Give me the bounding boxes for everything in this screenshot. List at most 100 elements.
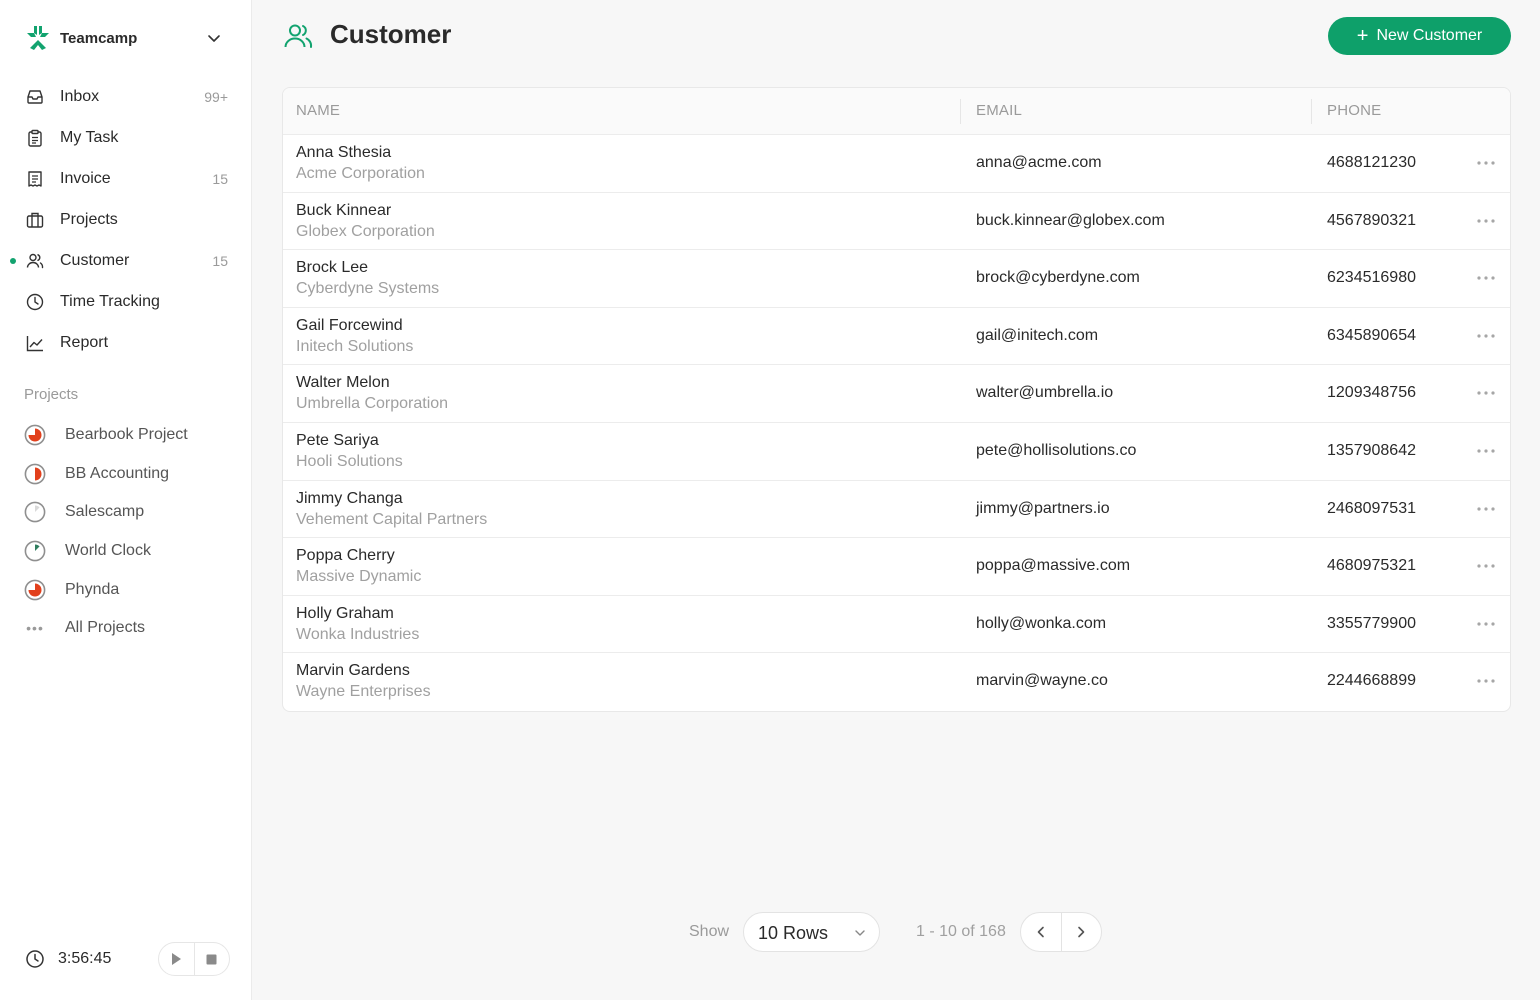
stop-icon (206, 954, 217, 965)
sidebar-item-label: Invoice (60, 170, 111, 188)
table-row[interactable]: Pete Sariya Hooli Solutions pete@hollisolu… (283, 423, 1510, 481)
sidebar-item-label: Report (60, 334, 108, 352)
sidebar-item-label: Customer (60, 252, 129, 270)
customer-name: Anna Sthesia (296, 144, 391, 162)
customer-company: Hooli Solutions (296, 453, 403, 471)
invoice-icon (24, 168, 46, 190)
table-row[interactable]: Marvin GardensWayne Enterprisesmarvin@wa… (283, 653, 1510, 711)
sidebar-item-invoice[interactable]: Invoice 15 (0, 158, 252, 199)
sidebar-item-my-task[interactable]: My Task (0, 117, 252, 158)
customer-phone: 6234516980 (1327, 269, 1416, 287)
row-actions-button[interactable] (1473, 383, 1499, 403)
customer-table: NAME EMAIL PHONE Anna SthesiaAcme Corpor… (282, 87, 1511, 712)
project-item-salescamp[interactable]: Salescamp (0, 493, 252, 532)
project-label: Phynda (65, 581, 119, 599)
more-horizontal-icon (1477, 219, 1495, 223)
customer-company: Cyberdyne Systems (296, 280, 439, 298)
previous-page-button[interactable] (1021, 913, 1061, 951)
customer-phone: 1209348756 (1327, 384, 1416, 402)
chart-line-icon (24, 332, 46, 354)
customer-email: pete@hollisolutions.co (976, 442, 1136, 460)
customer-name: Gail Forcewind (296, 317, 403, 335)
customer-name: Poppa Cherry (296, 547, 395, 565)
more-horizontal-icon (1477, 679, 1495, 683)
page-range: 1 - 10 of 168 (916, 923, 1006, 941)
project-item-phynda[interactable]: Phynda (0, 570, 252, 609)
chevron-right-icon (1075, 925, 1087, 939)
rows-per-page-select[interactable]: 10 Rows (743, 912, 880, 952)
next-page-button[interactable] (1061, 913, 1102, 951)
customer-phone: 4567890321 (1327, 212, 1416, 230)
sidebar: Teamcamp Inbox 99+ My Task Invoice 15 (0, 0, 252, 1000)
project-item-bb-accounting[interactable]: BB Accounting (0, 455, 252, 494)
table-row[interactable]: Gail ForcewindInitech Solutionsgail@init… (283, 308, 1510, 366)
customer-company: Wonka Industries (296, 626, 419, 644)
more-horizontal-icon (1477, 507, 1495, 511)
page-title: Customer (330, 19, 451, 50)
table-row[interactable]: Poppa CherryMassive Dynamicpoppa@massive… (283, 538, 1510, 596)
row-actions-button[interactable] (1473, 499, 1499, 519)
customer-name: Pete Sariya (296, 432, 379, 450)
all-projects-link[interactable]: ••• All Projects (0, 609, 252, 648)
new-customer-button[interactable]: + New Customer (1328, 17, 1511, 55)
active-indicator (10, 258, 16, 264)
project-item-world-clock[interactable]: World Clock (0, 532, 252, 571)
customer-name: Marvin Gardens (296, 662, 410, 680)
sidebar-item-customer[interactable]: Customer 15 (0, 240, 252, 281)
progress-pie-icon (24, 540, 46, 562)
progress-pie-icon (24, 579, 46, 601)
play-icon (170, 952, 182, 966)
rows-per-page-value: 10 Rows (758, 923, 828, 944)
table-header: NAME EMAIL PHONE (283, 88, 1510, 135)
row-actions-button[interactable] (1473, 153, 1499, 173)
sidebar-item-label: Projects (60, 211, 118, 229)
workspace-switcher[interactable]: Teamcamp (24, 24, 228, 52)
row-actions-button[interactable] (1473, 671, 1499, 691)
more-horizontal-icon (1477, 622, 1495, 626)
customer-name: Holly Graham (296, 605, 394, 623)
customer-email: anna@acme.com (976, 154, 1102, 172)
users-icon (24, 250, 46, 272)
column-header-email[interactable]: EMAIL (976, 102, 1022, 119)
column-header-name[interactable]: NAME (296, 102, 340, 119)
inbox-icon (24, 86, 46, 108)
new-customer-label: New Customer (1376, 27, 1482, 45)
customer-email: walter@umbrella.io (976, 384, 1113, 402)
project-label: BB Accounting (65, 465, 169, 483)
customer-count-badge: 15 (212, 253, 228, 269)
column-header-phone[interactable]: PHONE (1327, 102, 1381, 119)
sidebar-item-report[interactable]: Report (0, 322, 252, 363)
chevron-down-icon (853, 926, 867, 940)
sidebar-item-label: Inbox (60, 88, 99, 106)
table-row[interactable]: Walter MelonUmbrella Corporationwalter@u… (283, 365, 1510, 423)
sidebar-item-inbox[interactable]: Inbox 99+ (0, 76, 252, 117)
column-divider[interactable] (1311, 99, 1312, 124)
row-actions-button[interactable] (1473, 268, 1499, 288)
customer-name: Walter Melon (296, 374, 390, 392)
table-row[interactable]: Brock LeeCyberdyne Systemsbrock@cyberdyn… (283, 250, 1510, 308)
row-actions-button[interactable] (1473, 326, 1499, 346)
table-row[interactable]: Holly GrahamWonka Industriesholly@wonka.… (283, 596, 1510, 654)
chevron-left-icon (1035, 925, 1047, 939)
row-actions-button[interactable] (1473, 211, 1499, 231)
sidebar-item-time-tracking[interactable]: Time Tracking (0, 281, 252, 322)
row-actions-button[interactable] (1473, 556, 1499, 576)
progress-pie-icon (24, 501, 46, 523)
chevron-down-icon[interactable] (206, 30, 222, 46)
clipboard-icon (24, 127, 46, 149)
page-navigation (1020, 912, 1102, 952)
table-row[interactable]: Buck KinnearGlobex Corporationbuck.kinne… (283, 193, 1510, 251)
more-horizontal-icon: ••• (24, 620, 46, 636)
row-actions-button[interactable] (1473, 614, 1499, 634)
show-label: Show (689, 923, 729, 941)
column-divider[interactable] (960, 99, 961, 124)
row-actions-button[interactable] (1473, 441, 1499, 461)
customer-phone: 1357908642 (1327, 442, 1416, 460)
table-row[interactable]: Anna SthesiaAcme Corporationanna@acme.co… (283, 135, 1510, 193)
customer-name: Jimmy Changa (296, 490, 403, 508)
table-row[interactable]: Jimmy ChangaVehement Capital Partnersjim… (283, 481, 1510, 539)
teamcamp-logo-icon (24, 24, 52, 52)
project-item-bearbook-project[interactable]: Bearbook Project (0, 416, 252, 455)
sidebar-item-projects[interactable]: Projects (0, 199, 252, 240)
more-horizontal-icon (1477, 161, 1495, 165)
